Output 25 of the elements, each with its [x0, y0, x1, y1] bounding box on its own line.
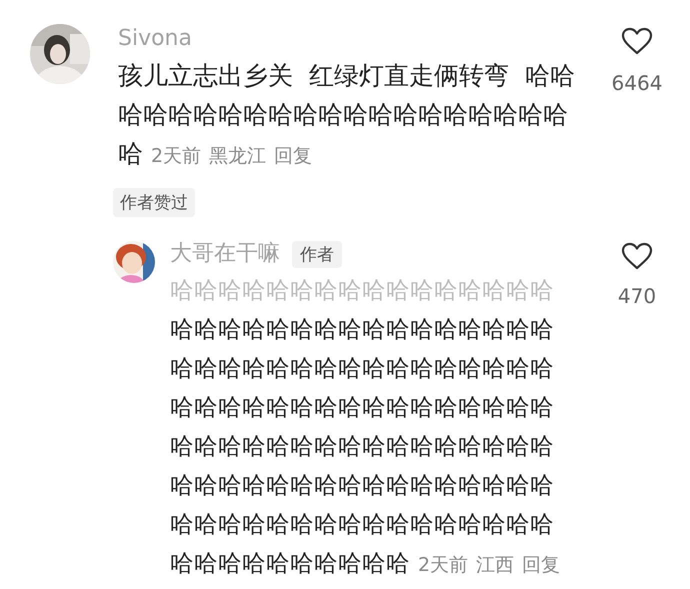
reply-text-line: 哈哈哈哈哈哈哈哈哈哈哈哈哈哈哈哈: [170, 392, 554, 423]
reply-text-line: 哈哈哈哈哈哈哈哈哈哈: [170, 548, 410, 579]
author-badge: 作者: [292, 240, 342, 268]
author-liked-tag: 作者赞过: [113, 188, 195, 217]
reply-text-line: 哈哈哈哈哈哈哈哈哈哈哈哈哈哈哈哈: [170, 470, 554, 501]
reply-time: 2天前: [418, 553, 468, 578]
like-count: 470: [618, 284, 656, 308]
heart-icon[interactable]: [621, 27, 653, 55]
reply-text-line: 哈哈哈哈哈哈哈哈哈哈哈哈哈哈哈哈: [170, 275, 554, 306]
comment-time: 2天前: [151, 144, 202, 169]
comment-text-line: 哈哈哈哈哈哈哈哈哈哈哈哈哈哈哈哈哈哈: [118, 99, 568, 131]
reply-link[interactable]: 回复: [522, 546, 560, 585]
comment-location: 黑龙江: [209, 144, 266, 169]
reply-link[interactable]: 回复: [274, 137, 312, 176]
reply-location: 江西: [476, 553, 514, 578]
reply-text-line: 哈哈哈哈哈哈哈哈哈哈哈哈哈哈哈哈: [170, 509, 554, 540]
user-name[interactable]: Sivona: [118, 24, 192, 54]
heart-icon[interactable]: [621, 242, 653, 270]
user-name[interactable]: 大哥在干嘛: [170, 239, 280, 269]
like-count: 6464: [612, 71, 662, 95]
reply-text-line: 哈哈哈哈哈哈哈哈哈哈哈哈哈哈哈哈: [170, 431, 554, 462]
reply-text-line: 哈哈哈哈哈哈哈哈哈哈哈哈哈哈哈哈: [170, 353, 554, 384]
comment-text-line: 哈: [118, 138, 143, 170]
reply-text-line: 哈哈哈哈哈哈哈哈哈哈哈哈哈哈哈哈: [170, 314, 554, 345]
comment-text-line: 孩儿立志出乡关 红绿灯直走俩转弯 哈哈: [118, 60, 575, 92]
